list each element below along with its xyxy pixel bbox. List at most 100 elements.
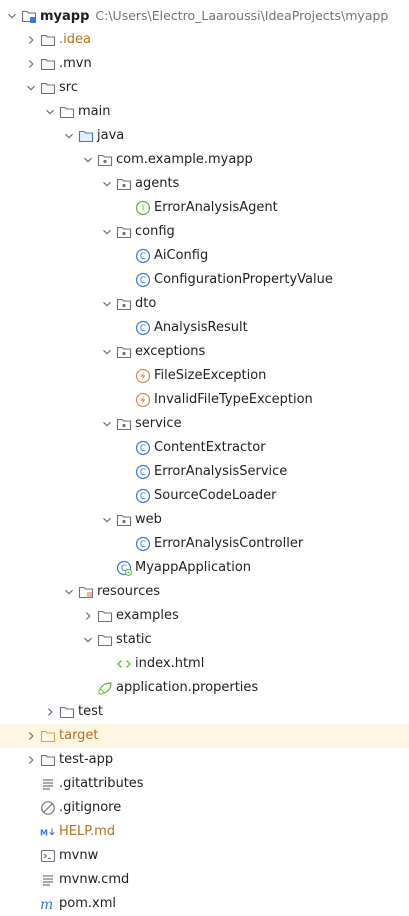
- chevron-down-icon[interactable]: [100, 172, 114, 196]
- tree-item-name: AiConfig: [154, 248, 209, 263]
- tree-row[interactable]: myapp C:\Users\Electro_Laaroussi\IdeaProj…: [0, 4, 409, 28]
- spring-class-icon: C: [116, 560, 132, 576]
- chevron-down-icon[interactable]: [100, 220, 114, 244]
- tree-item-name: application.properties: [116, 680, 259, 695]
- ignore-file-icon: [40, 800, 56, 816]
- chevron-right-icon[interactable]: [43, 700, 57, 724]
- svg-text:C: C: [140, 252, 146, 262]
- class-icon: C: [135, 272, 151, 288]
- tree-row[interactable]: test: [0, 700, 409, 724]
- tree-item-name: AnalysisResult: [154, 320, 248, 335]
- svg-text:C: C: [140, 444, 146, 454]
- folder-icon: [59, 704, 75, 720]
- tree-item-label: dto: [135, 292, 156, 316]
- tree-item-name: ErrorAnalysisController: [154, 536, 304, 551]
- tree-item-name: main: [78, 104, 111, 119]
- chevron-down-icon[interactable]: [62, 580, 76, 604]
- svg-text:C: C: [140, 468, 146, 478]
- chevron-down-icon[interactable]: [81, 628, 95, 652]
- chevron-right-icon[interactable]: [24, 28, 38, 52]
- tree-item-label: mvnw: [59, 844, 98, 868]
- chevron-down-icon[interactable]: [62, 124, 76, 148]
- tree-row[interactable]: resources: [0, 580, 409, 604]
- svg-text:M: M: [40, 829, 48, 838]
- tree-row[interactable]: com.example.myapp: [0, 148, 409, 172]
- tree-row[interactable]: .gitignore: [0, 796, 409, 820]
- tree-item-label: ConfigurationPropertyValue: [154, 268, 333, 292]
- tree-item-name: mvnw.cmd: [59, 872, 130, 887]
- tree-item-name: web: [135, 512, 162, 527]
- text-file-icon: [40, 776, 56, 792]
- tree-row[interactable]: C AiConfig: [0, 244, 409, 268]
- tree-row[interactable]: web: [0, 508, 409, 532]
- tree-row[interactable]: InvalidFileTypeException: [0, 388, 409, 412]
- chevron-right-icon[interactable]: [24, 748, 38, 772]
- tree-row[interactable]: application.properties: [0, 676, 409, 700]
- class-icon: C: [135, 464, 151, 480]
- tree-row[interactable]: I ErrorAnalysisAgent: [0, 196, 409, 220]
- tree-row[interactable]: C ErrorAnalysisController: [0, 532, 409, 556]
- tree-row[interactable]: C MyappApplication: [0, 556, 409, 580]
- folder-icon: [59, 104, 75, 120]
- package-icon: [116, 296, 132, 312]
- tree-scrollbar[interactable]: [403, 0, 409, 860]
- tree-item-name: test: [78, 704, 103, 719]
- chevron-right-icon[interactable]: [24, 724, 38, 748]
- tree-row[interactable]: C AnalysisResult: [0, 316, 409, 340]
- tree-row[interactable]: mvnw: [0, 844, 409, 868]
- tree-row[interactable]: agents: [0, 172, 409, 196]
- tree-item-name: MyappApplication: [135, 560, 252, 575]
- tree-row[interactable]: C SourceCodeLoader: [0, 484, 409, 508]
- tree-item-label: ErrorAnalysisController: [154, 532, 303, 556]
- tree-row[interactable]: m pom.xml: [0, 892, 409, 916]
- class-icon: C: [135, 536, 151, 552]
- tree-row[interactable]: C ConfigurationPropertyValue: [0, 268, 409, 292]
- tree-row[interactable]: main: [0, 100, 409, 124]
- folder-icon: [40, 32, 56, 48]
- tree-row[interactable]: C ErrorAnalysisService: [0, 460, 409, 484]
- tree-item-name: target: [59, 728, 99, 743]
- chevron-down-icon[interactable]: [24, 76, 38, 100]
- chevron-right-icon[interactable]: [81, 604, 95, 628]
- maven-icon: m: [40, 896, 56, 912]
- tree-item-name: pom.xml: [59, 896, 116, 911]
- tree-item-label: agents: [135, 172, 179, 196]
- tree-item-label: .idea: [59, 28, 91, 52]
- chevron-down-icon[interactable]: [100, 508, 114, 532]
- tree-row[interactable]: .mvn: [0, 52, 409, 76]
- tree-row[interactable]: dto: [0, 292, 409, 316]
- tree-item-label: service: [135, 412, 182, 436]
- tree-row[interactable]: M HELP.md: [0, 820, 409, 844]
- package-icon: [116, 416, 132, 432]
- chevron-right-icon[interactable]: [24, 52, 38, 76]
- tree-row[interactable]: test-app: [0, 748, 409, 772]
- tree-row[interactable]: target: [0, 724, 409, 748]
- tree-row[interactable]: config: [0, 220, 409, 244]
- tree-row[interactable]: service: [0, 412, 409, 436]
- tree-row[interactable]: FileSizeException: [0, 364, 409, 388]
- tree-row[interactable]: index.html: [0, 652, 409, 676]
- tree-row[interactable]: .idea: [0, 28, 409, 52]
- interface-icon: I: [135, 200, 151, 216]
- tree-item-label: .gitattributes: [59, 772, 144, 796]
- chevron-down-icon[interactable]: [100, 292, 114, 316]
- tree-item-name: .mvn: [59, 56, 92, 71]
- html-icon: [116, 656, 132, 672]
- tree-item-label: index.html: [135, 652, 204, 676]
- source-folder-icon: [78, 128, 94, 144]
- tree-row[interactable]: mvnw.cmd: [0, 868, 409, 892]
- chevron-down-icon[interactable]: [100, 340, 114, 364]
- tree-row[interactable]: static: [0, 628, 409, 652]
- tree-row[interactable]: examples: [0, 604, 409, 628]
- tree-row[interactable]: exceptions: [0, 340, 409, 364]
- chevron-down-icon[interactable]: [5, 4, 19, 28]
- tree-row[interactable]: src: [0, 76, 409, 100]
- tree-row[interactable]: C ContentExtractor: [0, 436, 409, 460]
- tree-row[interactable]: .gitattributes: [0, 772, 409, 796]
- chevron-down-icon[interactable]: [100, 412, 114, 436]
- tree-row[interactable]: java: [0, 124, 409, 148]
- chevron-down-icon[interactable]: [81, 148, 95, 172]
- tree-item-label: com.example.myapp: [116, 148, 253, 172]
- chevron-down-icon[interactable]: [43, 100, 57, 124]
- tree-item-name: ErrorAnalysisAgent: [154, 200, 278, 215]
